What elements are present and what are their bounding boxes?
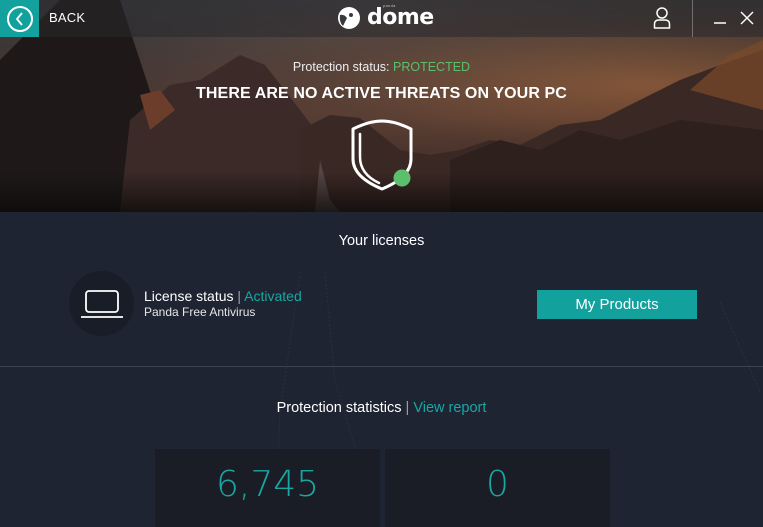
- my-products-button[interactable]: My Products: [537, 290, 697, 319]
- stat-value: 6,745: [215, 463, 320, 505]
- decorative-lines: [274, 271, 761, 527]
- licenses-title: Your licenses: [338, 233, 425, 249]
- logo-text: dome: [367, 4, 434, 30]
- stat-value: 0: [486, 463, 509, 505]
- stat-card: 0: [385, 449, 610, 527]
- title-bar: BACK panda dome: [0, 0, 763, 37]
- protection-status-label: Protection status:: [292, 60, 390, 74]
- close-button[interactable]: [735, 6, 759, 30]
- stat-card: 6,745: [155, 449, 380, 527]
- user-icon: [653, 7, 671, 29]
- statistics-title: Protection statistics: [276, 400, 402, 416]
- titlebar-separator: [692, 0, 693, 37]
- protection-status-value: PROTECTED: [392, 60, 471, 74]
- threats-headline: THERE ARE NO ACTIVE THREATS ON YOUR PC: [196, 85, 567, 102]
- license-status-label: License status: [144, 288, 234, 304]
- back-label[interactable]: BACK: [49, 10, 85, 25]
- laptop-icon: [80, 289, 123, 318]
- user-account-button[interactable]: [648, 4, 676, 32]
- statistics-header: Protection statistics | View report: [0, 400, 763, 416]
- back-button[interactable]: [0, 0, 39, 37]
- view-report-link[interactable]: View report: [413, 400, 486, 416]
- shield-check-icon: [351, 119, 413, 191]
- chevron-left-circle-icon: [6, 5, 33, 32]
- minimize-icon: [714, 22, 726, 24]
- license-status: License status | Activated: [144, 288, 302, 304]
- minimize-button[interactable]: [708, 6, 732, 30]
- panda-logo-icon: [338, 7, 360, 29]
- device-avatar: [69, 271, 134, 336]
- license-separator: |: [237, 288, 242, 304]
- license-status-value: Activated: [244, 288, 302, 304]
- section-divider: [0, 366, 763, 367]
- panda-dome-logo: panda dome: [337, 3, 434, 32]
- protection-status: Protection status: PROTECTED: [0, 60, 763, 74]
- close-icon: [740, 11, 754, 25]
- statistics-separator: |: [405, 400, 410, 416]
- license-product-name: Panda Free Antivirus: [144, 305, 256, 319]
